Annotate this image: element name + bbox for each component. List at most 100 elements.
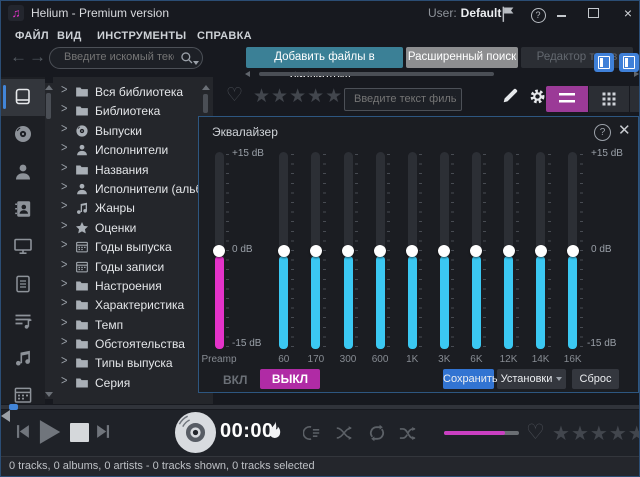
tree-item[interactable]: >Жанры [53, 198, 213, 217]
expand-chevron-icon[interactable]: > [61, 102, 67, 116]
expand-chevron-icon[interactable]: > [61, 180, 67, 194]
menu-tools[interactable]: ИНСТРУМЕНТЫ [97, 30, 187, 42]
disc-icon[interactable] [174, 411, 217, 454]
sidebar-item-monitor[interactable] [1, 228, 45, 265]
volume-icon[interactable] [1, 410, 10, 422]
scroll-down-icon[interactable] [45, 392, 53, 397]
flame-icon[interactable] [263, 420, 285, 445]
panel-toggle-right-icon[interactable] [619, 53, 639, 72]
tree-item[interactable]: >Годы выпуска [53, 237, 213, 256]
sidebar-item-disc[interactable] [1, 116, 45, 153]
shuffle-icon[interactable] [398, 424, 417, 441]
favorite-heart-icon[interactable]: ♡ [226, 86, 243, 105]
eq-slider-thumb-12K[interactable] [503, 245, 515, 257]
tree-scrollbar[interactable] [45, 83, 53, 399]
expand-chevron-icon[interactable]: > [61, 277, 67, 291]
view-grid-button[interactable] [589, 86, 629, 112]
tree-item[interactable]: >Выпуски [53, 121, 213, 140]
minimize-button[interactable] [552, 5, 570, 21]
sidebar-item-person[interactable] [1, 154, 45, 191]
star-icon[interactable]: ★ [609, 423, 628, 445]
crossfade-icon[interactable] [335, 424, 353, 441]
menu-help[interactable]: СПРАВКА [197, 30, 252, 42]
advanced-search-button[interactable]: Расширенный поиск [406, 47, 518, 68]
next-button[interactable] [95, 423, 112, 442]
eq-slider-thumb-170[interactable] [310, 245, 322, 257]
tree-item[interactable]: >Вся библиотека [53, 82, 213, 101]
eq-slider-thumb-6K[interactable] [470, 245, 482, 257]
maximize-button[interactable] [584, 5, 602, 21]
tree-item[interactable]: >Типы выпуска [53, 353, 213, 372]
eq-slider-thumb-300[interactable] [342, 245, 354, 257]
expand-chevron-icon[interactable]: > [61, 219, 67, 233]
view-details-button[interactable] [630, 86, 640, 112]
expand-chevron-icon[interactable]: > [61, 354, 67, 368]
expand-chevron-icon[interactable]: > [61, 160, 67, 174]
sidebar-item-document[interactable] [1, 266, 45, 303]
search-box[interactable] [49, 47, 203, 69]
expand-chevron-icon[interactable]: > [61, 122, 67, 136]
eq-slider-thumb-1K[interactable] [406, 245, 418, 257]
sidebar-item-book[interactable] [1, 79, 45, 116]
star-icon[interactable]: ★ [325, 86, 343, 107]
scrollbar-thumb[interactable] [203, 94, 208, 113]
view-list-button[interactable] [546, 86, 588, 112]
expand-chevron-icon[interactable]: > [61, 335, 67, 349]
expand-chevron-icon[interactable]: > [61, 199, 67, 213]
tree-item[interactable]: >Обстоятельства [53, 334, 213, 353]
star-icon[interactable]: ★ [289, 86, 307, 107]
play-button[interactable] [35, 418, 63, 447]
star-icon[interactable]: ★ [271, 86, 289, 107]
tree-item[interactable]: >Серия [53, 373, 213, 392]
sidebar-item-contacts[interactable] [1, 191, 45, 228]
expand-chevron-icon[interactable]: > [61, 315, 67, 329]
eq-slider-thumb-60[interactable] [278, 245, 290, 257]
eq-off-button[interactable]: ВЫКЛ [260, 369, 320, 389]
edit-pencil-icon[interactable] [501, 87, 519, 105]
seek-track[interactable] [1, 405, 639, 409]
tag-editor-button[interactable]: Редактор тегов [521, 47, 633, 68]
sidebar-item-notes[interactable] [1, 340, 45, 377]
back-button[interactable]: ← [10, 47, 27, 67]
forward-button[interactable]: → [29, 47, 46, 67]
star-icon[interactable]: ★ [552, 423, 571, 445]
flag-icon[interactable] [499, 5, 517, 21]
expand-chevron-icon[interactable]: > [61, 296, 67, 310]
eq-reset-button[interactable]: Сброс [572, 369, 619, 389]
star-icon[interactable]: ★ [253, 86, 271, 107]
eq-slider-thumb-600[interactable] [374, 245, 386, 257]
eq-presets-dropdown[interactable]: Установки [497, 369, 566, 389]
scrollbar-thumb[interactable] [46, 93, 51, 119]
expand-chevron-icon[interactable]: > [61, 374, 67, 388]
repeat-icon[interactable] [367, 423, 387, 442]
search-icon[interactable] [180, 51, 194, 65]
expand-chevron-icon[interactable]: > [61, 238, 67, 252]
panel-toggle-left-icon[interactable] [594, 53, 614, 72]
expand-chevron-icon[interactable]: > [61, 257, 67, 271]
search-input[interactable] [62, 50, 176, 64]
tree-item[interactable]: >Характеристика [53, 295, 213, 314]
tree-item[interactable]: >Темп [53, 315, 213, 334]
scroll-up-icon[interactable] [202, 85, 210, 90]
eq-on-button[interactable]: ВКЛ [223, 373, 247, 387]
settings-gear-icon[interactable] [528, 87, 547, 106]
favorite-heart-icon[interactable]: ♡ [526, 422, 545, 444]
eq-slider-thumb-3K[interactable] [438, 245, 450, 257]
eq-save-button[interactable]: Сохранить [443, 369, 494, 389]
menu-view[interactable]: ВИД [57, 30, 82, 42]
tree-item[interactable]: >Названия [53, 160, 213, 179]
star-icon[interactable]: ★ [571, 423, 590, 445]
sidebar-item-playlist[interactable] [1, 303, 45, 340]
user-indicator[interactable]: User:Default [428, 6, 501, 20]
stop-button[interactable] [70, 423, 89, 442]
expand-chevron-icon[interactable]: > [61, 83, 67, 97]
scrollbar-thumb[interactable] [259, 72, 494, 76]
eq-slider-thumb-14K[interactable] [535, 245, 547, 257]
tree-item[interactable]: >Настроения [53, 276, 213, 295]
menu-file[interactable]: ФАЙЛ [15, 30, 49, 42]
rating-stars[interactable]: ★★★★★ [253, 85, 343, 108]
play-queue-icon[interactable] [303, 424, 321, 441]
tree-item[interactable]: >Исполнители (альбом) [53, 179, 213, 198]
content-scrollbar[interactable] [202, 85, 210, 117]
tree-item[interactable]: >Годы записи [53, 257, 213, 276]
